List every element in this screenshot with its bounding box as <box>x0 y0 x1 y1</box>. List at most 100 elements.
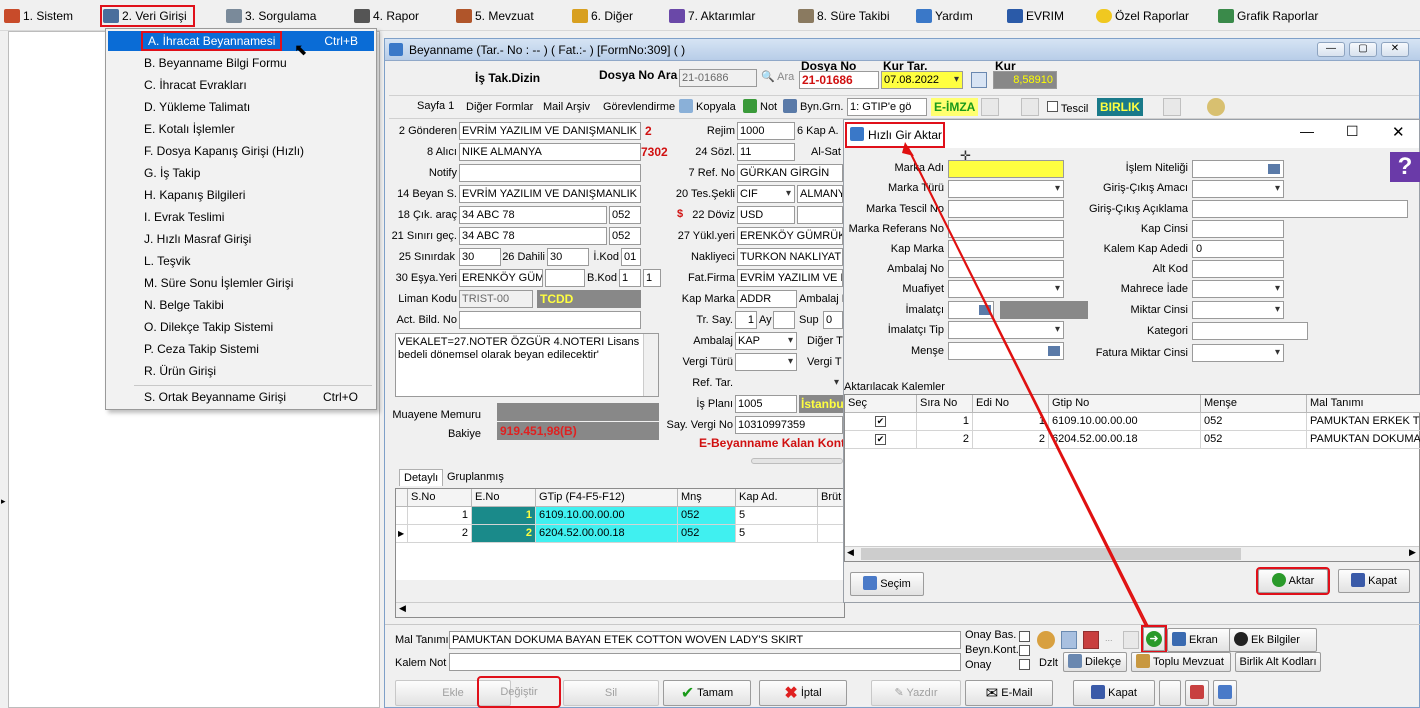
menu-item-tesvik[interactable]: L. Teşvik <box>108 251 374 271</box>
ekran-button[interactable]: Ekran <box>1167 628 1233 652</box>
note-scrollbar[interactable] <box>643 334 658 396</box>
menu-sistem[interactable]: 1. Sistem <box>2 6 73 26</box>
kalem-row-1-gtip[interactable]: 6109.10.00.00.00 <box>1049 413 1201 431</box>
col-eno[interactable]: E.No <box>472 489 536 507</box>
col-sno[interactable]: S.No <box>408 489 472 507</box>
menu-item-kapanis-bilgileri[interactable]: H. Kapanış Bilgileri <box>108 185 374 205</box>
kategori-field[interactable] <box>1192 322 1308 340</box>
not-button[interactable]: Not <box>743 99 777 113</box>
vergi-turu-field[interactable] <box>735 353 797 371</box>
ref-no-field[interactable]: GÜRKAN GİRGİN <box>737 164 843 182</box>
alt-kod-field[interactable] <box>1192 260 1284 278</box>
miktar-cinsi-select[interactable] <box>1192 301 1284 319</box>
notify-field[interactable] <box>459 164 641 182</box>
esya-yeri-extra[interactable] <box>545 269 585 287</box>
kalem-not-field[interactable] <box>449 653 961 671</box>
menu-veri-girisi[interactable]: 2. Veri Girişi <box>100 5 195 27</box>
onay-check[interactable] <box>1019 659 1030 670</box>
iptal-button[interactable]: ✖ İptal <box>759 680 847 706</box>
menu-grafik-raporlar[interactable]: Grafik Raporlar <box>1216 6 1318 26</box>
hizli-gir-aktar-button[interactable]: ➜ <box>1141 625 1167 653</box>
table-row-1-kap[interactable]: 5 <box>736 507 818 525</box>
islem-niteligi-field[interactable] <box>1192 160 1284 178</box>
tes-sekli-field[interactable]: CIF <box>737 185 795 203</box>
help-question-icon[interactable]: ? <box>1390 152 1420 182</box>
kopyala-button[interactable]: Kopyala <box>679 99 736 113</box>
sup-field[interactable]: 0 <box>823 311 843 329</box>
blank-toolbar-button[interactable] <box>981 98 999 116</box>
menu-item-urun-girisi[interactable]: R. Ürün Girişi <box>108 361 374 381</box>
bkod-field[interactable]: 1 <box>619 269 641 287</box>
kap-marka-field[interactable]: ADDR <box>737 290 797 308</box>
users-icon[interactable] <box>1207 98 1225 116</box>
table-row-2-kap[interactable]: 5 <box>736 525 818 543</box>
yukl-yeri-field[interactable]: ERENKÖY GÜMRÜK <box>737 227 843 245</box>
menu-sorgulama[interactable]: 3. Sorgulama <box>224 6 316 26</box>
col-gtip[interactable]: GTip (F4-F5-F12) <box>536 489 678 507</box>
nakliyeci-field[interactable]: TURKON NAKLIYAT <box>737 248 843 266</box>
tab-sayfa1[interactable]: Sayfa 1 <box>417 100 454 112</box>
menu-item-belge-takibi[interactable]: N. Belge Takibi <box>108 295 374 315</box>
tab-diger-formlar[interactable]: Diğer Formlar <box>466 101 533 113</box>
menu-item-evrak-teslimi[interactable]: I. Evrak Teslimi <box>108 207 374 227</box>
mahrece-iade-select[interactable] <box>1192 280 1284 298</box>
secim-button[interactable]: Seçim <box>850 572 924 596</box>
menu-evrim[interactable]: EVRIM <box>1005 6 1064 26</box>
menu-item-ihracat-evraklari[interactable]: C. İhracat Evrakları <box>108 75 374 95</box>
esya-yeri-field[interactable]: ERENKÖY GÜM <box>459 269 543 287</box>
kalem-row-2-check[interactable]: ✔ <box>875 434 886 445</box>
lookup-icon[interactable] <box>979 305 991 315</box>
alici-field[interactable]: NIKE ALMANYA <box>459 143 641 161</box>
menu-item-beyanname-bilgi-formu[interactable]: B. Beyanname Bilgi Formu <box>108 53 374 73</box>
menu-diger[interactable]: 6. Diğer <box>570 6 633 26</box>
dosya-no-search-field[interactable]: 21-01686 <box>679 69 757 87</box>
fatura-miktar-cinsi-select[interactable] <box>1192 344 1284 362</box>
table-row-1-sno[interactable]: 1 <box>408 507 472 525</box>
menu-item-kotali-islemler[interactable]: E. Kotalı İşlemler <box>108 119 374 139</box>
beyn-kont-check[interactable] <box>1019 645 1030 656</box>
menu-item-hizli-masraf[interactable]: J. Hızlı Masraf Girişi <box>108 229 374 249</box>
more-icon[interactable]: ... <box>1105 633 1113 643</box>
dilekce-button[interactable]: Dilekçe <box>1063 652 1127 672</box>
menu-mevzuat[interactable]: 5. Mevzuat <box>454 6 534 26</box>
ek-bilgiler-button[interactable]: Ek Bilgiler <box>1229 628 1317 652</box>
tescil-check[interactable] <box>1047 101 1058 112</box>
note-textarea[interactable]: VEKALET=27.NOTER ÖZGÜR 4.NOTERI Lisans b… <box>395 333 659 397</box>
tab-gorevlendirme[interactable]: Görevlendirme <box>603 101 675 113</box>
aktar-button[interactable]: Aktar <box>1256 567 1330 595</box>
menu-item-yukleme-talimati[interactable]: D. Yükleme Talimatı <box>108 97 374 117</box>
ikod-field[interactable]: 01 <box>621 248 641 266</box>
dialog-minimize-button[interactable]: — <box>1300 123 1314 139</box>
kalem-horizontal-scrollbar[interactable]: ◀ ▶ <box>845 546 1419 561</box>
table-row-1-brut[interactable] <box>818 507 846 525</box>
say-vergi-field[interactable]: 10310997359 <box>735 416 843 434</box>
kalem-row-2-sec[interactable]: ✔ <box>845 431 917 449</box>
rejim-field[interactable]: 1000 <box>737 122 795 140</box>
menu-rapor[interactable]: 4. Rapor <box>352 6 419 26</box>
birlik-alt-kodlari-button[interactable]: Birlik Alt Kodları <box>1235 652 1321 672</box>
sinir-gec-code[interactable]: 052 <box>609 227 641 245</box>
table-row-1-eno[interactable]: 1 <box>472 507 536 525</box>
kalem-row-1-edi[interactable]: 1 <box>973 413 1049 431</box>
cik-arac-code[interactable]: 052 <box>609 206 641 224</box>
tab-detayli[interactable]: Detaylı <box>399 469 444 486</box>
doviz-field[interactable]: USD <box>737 206 795 224</box>
ambalaj-field[interactable]: KAP <box>735 332 797 350</box>
col-edi-no[interactable]: Edi No <box>973 395 1049 413</box>
doviz-extra-field[interactable] <box>797 206 843 224</box>
table-row-2-brut[interactable] <box>818 525 846 543</box>
beyn-kont-checkbox[interactable] <box>1019 645 1030 659</box>
search-ara-button[interactable]: 🔍 Ara <box>761 70 794 83</box>
sinirdak-field[interactable]: 30 <box>459 248 501 266</box>
menu-item-dilekce-takip[interactable]: O. Dilekçe Takip Sistemi <box>108 317 374 337</box>
tescil-checkbox[interactable]: Tescil <box>1047 101 1088 115</box>
bkod-field-2[interactable]: 1 <box>643 269 661 287</box>
persons-icon[interactable] <box>1037 631 1055 649</box>
islem-lookup-icon[interactable] <box>1268 164 1280 174</box>
kalem-row-1-sira[interactable]: 1 <box>917 413 973 431</box>
col-mense[interactable]: Menşe <box>1201 395 1307 413</box>
col-sec[interactable]: Seç <box>845 395 917 413</box>
menu-item-ortak-beyanname[interactable]: S. Ortak Beyanname Girişi Ctrl+O <box>108 387 374 407</box>
maximize-button[interactable]: ▢ <box>1349 42 1377 57</box>
imalatci-field[interactable] <box>948 301 994 319</box>
